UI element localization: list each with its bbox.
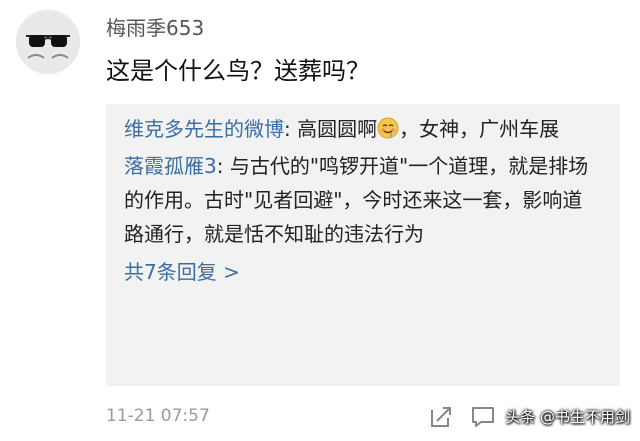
drooling-face-emoji-icon <box>377 115 399 149</box>
reply-1: 维克多先生的微博: 高圆圆啊 ，女神，广州车展 <box>124 112 602 149</box>
reply-text: : 高圆圆啊 <box>284 117 378 141</box>
comment-text: 这是个什么鸟？送葬吗？ <box>106 57 370 85</box>
share-edit-icon[interactable] <box>428 404 454 430</box>
sunglasses-avatar-icon <box>16 10 80 74</box>
reply-author[interactable]: 落霞孤雁3 <box>124 154 217 178</box>
more-replies-link[interactable]: 共7条回复 > <box>124 255 602 289</box>
comment-icon[interactable] <box>470 404 496 430</box>
watermark: 头条 @书生不用剑 <box>505 408 630 426</box>
comment-timestamp: 11-21 07:57 <box>106 406 210 426</box>
replies-box: 维克多先生的微博: 高圆圆啊 ，女神，广州车展 落霞孤雁3: 与古代的"鸣锣开道"… <box>106 104 620 386</box>
reply-author[interactable]: 维克多先生的微博 <box>124 117 284 141</box>
reply-text-continued: ，女神，广州车展 <box>399 117 560 141</box>
avatar[interactable] <box>16 10 80 74</box>
reply-2: 落霞孤雁3: 与古代的"鸣锣开道"一个道理，就是排场的作用。古时"见者回避"，今… <box>124 149 602 251</box>
comment-username[interactable]: 梅雨季653 <box>106 14 204 42</box>
